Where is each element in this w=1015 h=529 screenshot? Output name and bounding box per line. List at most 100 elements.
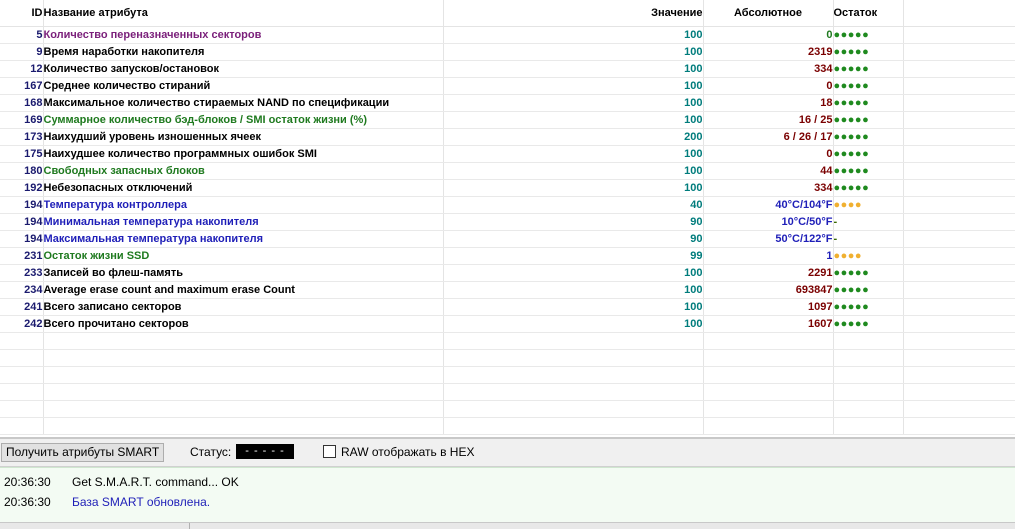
- empty-cell: [703, 366, 834, 384]
- empty-cell: [43, 366, 444, 384]
- attribute-id: 173: [0, 128, 44, 146]
- empty-row: [0, 383, 1015, 401]
- table-row[interactable]: 168 Максимальное количество стираемых NAN…: [0, 94, 1015, 112]
- attribute-remaining: ●●●●●: [833, 264, 904, 282]
- attribute-name: Остаток жизни SSD: [43, 247, 444, 265]
- table-row[interactable]: 194 Температура контроллера 40 40°C/104°F ●●…: [0, 196, 1015, 214]
- attribute-remaining: ●●●●●: [833, 94, 904, 112]
- attribute-id: 234: [0, 281, 44, 299]
- attribute-remaining: ●●●●●: [833, 60, 904, 78]
- attribute-name: Average erase count and maximum erase Co…: [43, 281, 444, 299]
- attribute-value: 100: [443, 145, 704, 163]
- empty-cell: [703, 332, 834, 350]
- log-time: 20:36:30: [4, 495, 51, 509]
- row-filler: [903, 94, 1015, 112]
- table-row[interactable]: 9 Время наработки накопителя 100 2319 ●●●●●: [0, 43, 1015, 61]
- empty-cell: [0, 383, 44, 401]
- table-row[interactable]: 194 Максимальная температура накопителя 90…: [0, 230, 1015, 248]
- attribute-name: Небезопасных отключений: [43, 179, 444, 197]
- attribute-name: Всего записано секторов: [43, 298, 444, 316]
- empty-cell: [43, 417, 444, 435]
- attribute-value: 100: [443, 26, 704, 44]
- empty-cell: [703, 383, 834, 401]
- row-filler: [903, 162, 1015, 180]
- attribute-absolute: 16 / 25: [703, 111, 834, 129]
- table-row[interactable]: 234 Average erase count and maximum erase…: [0, 281, 1015, 299]
- attribute-remaining: ●●●●●: [833, 145, 904, 163]
- attribute-id: 180: [0, 162, 44, 180]
- empty-row: [0, 349, 1015, 367]
- table-row[interactable]: 12 Количество запусков/остановок 100 334 ●●●…: [0, 60, 1015, 78]
- table-row[interactable]: 5 Количество переназначенных секторов 100 0…: [0, 26, 1015, 44]
- empty-row: [0, 417, 1015, 435]
- attribute-remaining: ●●●●●: [833, 162, 904, 180]
- smart-grid: ID Название атрибута Значение Абсолютное…: [0, 0, 1015, 435]
- empty-cell: [703, 417, 834, 435]
- table-row[interactable]: 173 Наихудший уровень изношенных ячеек 200…: [0, 128, 1015, 146]
- table-row[interactable]: 194 Минимальная температура накопителя 90 1…: [0, 213, 1015, 231]
- log-message: Get S.M.A.R.T. command... OK: [72, 475, 239, 489]
- attribute-absolute: 10°C/50°F: [703, 213, 834, 231]
- attribute-remaining: ●●●●●: [833, 111, 904, 129]
- attribute-remaining: ●●●●: [833, 196, 904, 214]
- table-row[interactable]: 180 Свободных запасных блоков 100 44 ●●●●●: [0, 162, 1015, 180]
- column-header-remaining[interactable]: Остаток: [833, 0, 904, 27]
- row-filler: [903, 111, 1015, 129]
- attribute-id: 175: [0, 145, 44, 163]
- empty-cell: [833, 366, 904, 384]
- empty-cell: [903, 349, 1015, 367]
- attribute-id: 194: [0, 230, 44, 248]
- empty-cell: [443, 383, 704, 401]
- attribute-absolute: 693847: [703, 281, 834, 299]
- attribute-value: 99: [443, 247, 704, 265]
- column-header-id[interactable]: ID: [0, 0, 44, 27]
- hex-checkbox-label[interactable]: RAW отображать в HEX: [341, 445, 474, 459]
- table-row[interactable]: 175 Наихудшее количество программных ошиб…: [0, 145, 1015, 163]
- attribute-absolute: 2291: [703, 264, 834, 282]
- get-smart-button[interactable]: Получить атрибуты SMART: [1, 443, 165, 462]
- empty-row: [0, 332, 1015, 350]
- attribute-value: 100: [443, 298, 704, 316]
- attribute-value: 100: [443, 315, 704, 333]
- table-row[interactable]: 233 Записей во флеш-память 100 2291 ●●●●●: [0, 264, 1015, 282]
- table-row[interactable]: 192 Небезопасных отключений 100 334 ●●●●●: [0, 179, 1015, 197]
- attribute-absolute: 44: [703, 162, 834, 180]
- table-row[interactable]: 241 Всего записано секторов 100 1097 ●●●●●: [0, 298, 1015, 316]
- status-indicator: - - - - -: [236, 444, 294, 459]
- log-time: 20:36:30: [4, 475, 51, 489]
- empty-cell: [0, 349, 44, 367]
- row-filler: [903, 128, 1015, 146]
- column-header-filler: [903, 0, 1015, 27]
- row-filler: [903, 247, 1015, 265]
- attribute-value: 100: [443, 162, 704, 180]
- row-filler: [903, 264, 1015, 282]
- row-filler: [903, 281, 1015, 299]
- row-filler: [903, 230, 1015, 248]
- attribute-absolute: 334: [703, 179, 834, 197]
- table-row[interactable]: 231 Остаток жизни SSD 99 1 ●●●●: [0, 247, 1015, 265]
- empty-cell: [903, 332, 1015, 350]
- table-row[interactable]: 242 Всего прочитано секторов 100 1607 ●●●●●: [0, 315, 1015, 333]
- attribute-name: Минимальная температура накопителя: [43, 213, 444, 231]
- column-header-absolute[interactable]: Абсолютное: [703, 0, 834, 27]
- log-message: База SMART обновлена.: [72, 495, 211, 509]
- attribute-id: 231: [0, 247, 44, 265]
- empty-cell: [43, 349, 444, 367]
- table-row[interactable]: 167 Среднее количество стираний 100 0 ●●●●●: [0, 77, 1015, 95]
- row-filler: [903, 77, 1015, 95]
- empty-cell: [43, 332, 444, 350]
- attribute-absolute: 0: [703, 26, 834, 44]
- column-header-value[interactable]: Значение: [443, 0, 704, 27]
- attribute-value: 100: [443, 43, 704, 61]
- attribute-id: 242: [0, 315, 44, 333]
- empty-cell: [443, 349, 704, 367]
- attribute-value: 100: [443, 111, 704, 129]
- empty-cell: [443, 400, 704, 418]
- empty-cell: [903, 383, 1015, 401]
- hex-checkbox[interactable]: [323, 445, 336, 458]
- empty-row: [0, 400, 1015, 418]
- status-bar-separator: [189, 523, 190, 529]
- table-row[interactable]: 169 Суммарное количество бэд-блоков / SMI…: [0, 111, 1015, 129]
- attribute-id: 194: [0, 213, 44, 231]
- column-header-name[interactable]: Название атрибута: [43, 0, 444, 27]
